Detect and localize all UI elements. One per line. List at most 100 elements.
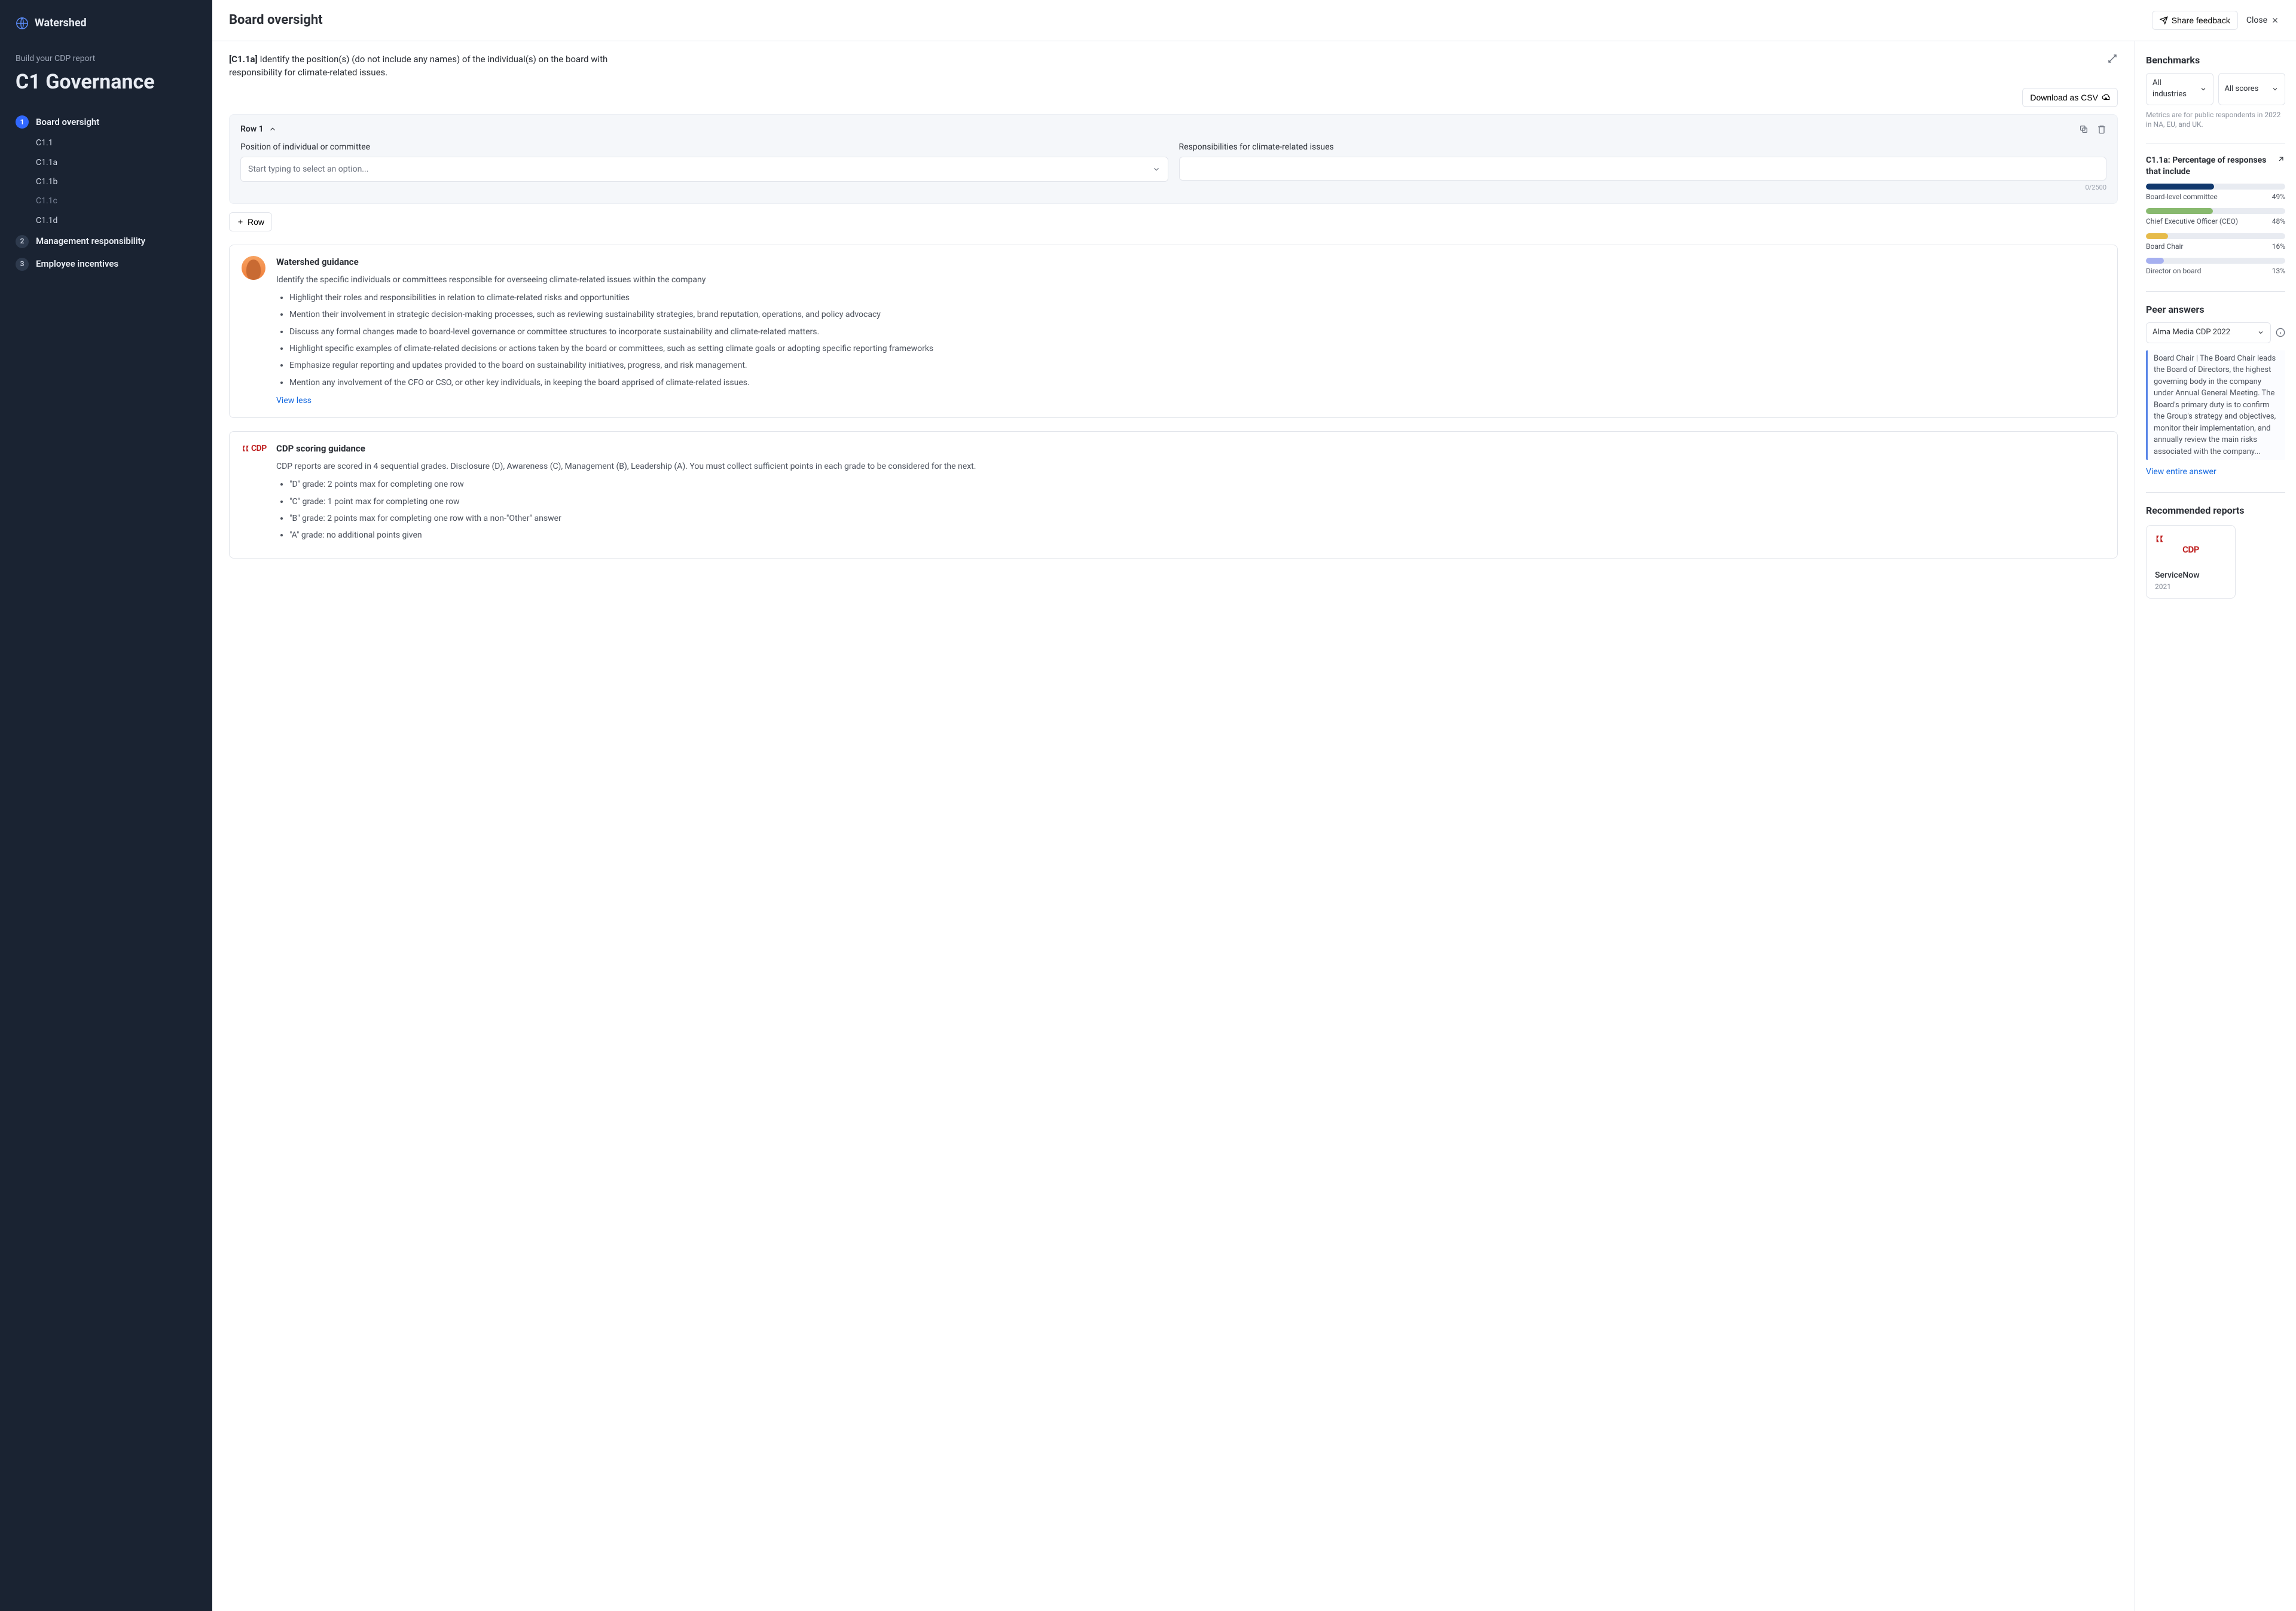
cdp-scoring-list: "D" grade: 2 points max for completing o… xyxy=(276,478,2105,541)
view-less-link[interactable]: View less xyxy=(276,396,312,405)
filter-label: All industries xyxy=(2152,78,2194,100)
avatar xyxy=(242,256,265,280)
metric-bar: Director on board 13% xyxy=(2146,258,2285,276)
bar-name: Board-level committee xyxy=(2146,192,2218,202)
watershed-logo-icon xyxy=(16,17,29,30)
question-body: Identify the position(s) (do not include… xyxy=(229,54,607,78)
sidebar-item-label: Employee incentives xyxy=(36,258,118,271)
watershed-guidance-card: Watershed guidance Identify the specific… xyxy=(229,245,2118,418)
cdp-scoring-card: CDP CDP scoring guidance CDP reports are… xyxy=(229,431,2118,559)
bar-name: Chief Executive Officer (CEO) xyxy=(2146,216,2238,227)
delete-row-button[interactable] xyxy=(2097,124,2106,134)
field-label-position: Position of individual or committee xyxy=(240,141,1168,153)
brand: Watershed xyxy=(16,16,197,31)
download-csv-label: Download as CSV xyxy=(2030,93,2098,102)
content: [C1.1a] Identify the position(s) (do not… xyxy=(212,41,2135,1611)
answer-row-card: Row 1 xyxy=(229,114,2118,205)
row-toggle[interactable]: Row 1 xyxy=(240,123,277,135)
plus-icon xyxy=(237,218,244,225)
download-icon xyxy=(2102,93,2110,102)
responsibilities-textarea[interactable] xyxy=(1179,157,2107,181)
recommended-report-card[interactable]: CDP ServiceNow 2021 xyxy=(2146,525,2236,599)
step-badge: 1 xyxy=(16,115,29,129)
download-csv-button[interactable]: Download as CSV xyxy=(2022,88,2118,107)
view-entire-answer-link[interactable]: View entire answer xyxy=(2146,467,2216,477)
chevron-down-icon xyxy=(2200,86,2207,93)
bar-name: Director on board xyxy=(2146,266,2201,276)
question-id: [C1.1a] xyxy=(229,54,258,65)
cdp-scoring-intro: CDP reports are scored in 4 sequential g… xyxy=(276,460,2105,472)
peer-title: Peer answers xyxy=(2146,303,2285,316)
add-row-button[interactable]: Row xyxy=(229,212,272,231)
metric-bar: Chief Executive Officer (CEO)48% xyxy=(2146,208,2285,227)
cdp-bullet: "B" grade: 2 points max for completing o… xyxy=(289,512,2105,524)
peer-answers-section: Peer answers Alma Media CDP 2022 Board C… xyxy=(2146,291,2285,478)
industry-filter[interactable]: All industries xyxy=(2146,73,2213,105)
close-label: Close xyxy=(2246,14,2267,26)
position-select[interactable]: Start typing to select an option... xyxy=(240,157,1168,182)
cdp-bullet: "D" grade: 2 points max for completing o… xyxy=(289,478,2105,490)
close-icon xyxy=(2271,16,2279,25)
recommended-card-title: ServiceNow xyxy=(2155,569,2227,581)
sidebar-item-management[interactable]: 2 Management responsibility xyxy=(16,230,197,253)
share-feedback-label: Share feedback xyxy=(2172,16,2230,25)
chevron-down-icon xyxy=(2271,86,2279,93)
peer-quote: Board Chair | The Board Chair leads the … xyxy=(2146,350,2285,460)
metric-title: C1.1a: Percentage of responses that incl… xyxy=(2146,155,2272,178)
char-counter: 0/2500 xyxy=(1179,183,2107,193)
guidance-intro: Identify the specific individuals or com… xyxy=(276,274,2105,286)
field-label-responsibilities: Responsibilities for climate-related iss… xyxy=(1179,141,2107,153)
sidebar-item-incentives[interactable]: 3 Employee incentives xyxy=(16,253,197,276)
sidebar-subitem[interactable]: C1.1a xyxy=(36,153,197,172)
bar-value: 13% xyxy=(2272,266,2285,276)
collapse-panel-icon[interactable] xyxy=(2107,53,2118,64)
sidebar-subitem[interactable]: C1.1 xyxy=(36,133,197,152)
add-row-label: Row xyxy=(248,217,264,227)
sidebar-subitem[interactable]: C1.1c xyxy=(36,191,197,210)
close-button[interactable]: Close xyxy=(2246,14,2279,26)
metric-bar: Board Chair 16% xyxy=(2146,233,2285,252)
copy-row-button[interactable] xyxy=(2079,124,2089,134)
guidance-list: Highlight their roles and responsibiliti… xyxy=(276,292,2105,389)
expand-icon[interactable] xyxy=(2277,155,2285,163)
benchmarks-title: Benchmarks xyxy=(2146,53,2285,67)
cdp-scoring-title: CDP scoring guidance xyxy=(276,443,2105,456)
sidebar-subtitle: Build your CDP report xyxy=(16,53,197,65)
brand-name: Watershed xyxy=(35,16,87,31)
cdp-brand: CDP xyxy=(251,443,267,454)
bar-value: 49% xyxy=(2272,192,2285,202)
peer-select-label: Alma Media CDP 2022 xyxy=(2152,327,2230,338)
guidance-bullet: Mention their involvement in strategic d… xyxy=(289,309,2105,321)
metric-bar: Board-level committee 49% xyxy=(2146,184,2285,202)
cdp-brand: CDP xyxy=(2182,544,2199,555)
score-filter[interactable]: All scores xyxy=(2218,73,2286,105)
cdp-bullet: "C" grade: 1 point max for completing on… xyxy=(289,496,2105,508)
bar-value: 16% xyxy=(2272,242,2285,252)
sidebar-subitem[interactable]: C1.1d xyxy=(36,211,197,230)
info-icon[interactable] xyxy=(2276,328,2285,337)
right-panel: Benchmarks All industries All scores Met… xyxy=(2135,41,2296,1611)
sidebar-subnav: C1.1 C1.1a C1.1b C1.1c C1.1d xyxy=(16,133,197,230)
cdp-logo-icon: CDP xyxy=(2155,534,2227,557)
peer-select[interactable]: Alma Media CDP 2022 xyxy=(2146,322,2271,343)
page-title: Board oversight xyxy=(229,11,323,30)
recommended-title: Recommended reports xyxy=(2146,504,2285,517)
row-title: Row 1 xyxy=(240,123,264,135)
filter-label: All scores xyxy=(2225,84,2259,95)
question-text: [C1.1a] Identify the position(s) (do not… xyxy=(229,53,612,80)
benchmarks-note: Metrics are for public respondents in 20… xyxy=(2146,110,2285,129)
main: Board oversight Share feedback Close [C1… xyxy=(212,0,2296,1611)
recommended-section: Recommended reports CDP ServiceNow 2021 xyxy=(2146,492,2285,599)
sidebar-subitem[interactable]: C1.1b xyxy=(36,172,197,191)
share-feedback-button[interactable]: Share feedback xyxy=(2152,11,2238,30)
sidebar-title: C1 Governance xyxy=(16,71,197,94)
guidance-bullet: Mention any involvement of the CFO or CS… xyxy=(289,377,2105,389)
sidebar-item-label: Management responsibility xyxy=(36,235,145,248)
bar-name: Board Chair xyxy=(2146,242,2183,252)
cdp-logo-icon: CDP xyxy=(242,443,267,454)
sidebar-item-board-oversight[interactable]: 1 Board oversight xyxy=(16,111,197,133)
guidance-bullet: Highlight their roles and responsibiliti… xyxy=(289,292,2105,304)
position-placeholder: Start typing to select an option... xyxy=(248,163,368,175)
step-badge: 3 xyxy=(16,258,29,271)
recommended-card-year: 2021 xyxy=(2155,582,2227,592)
